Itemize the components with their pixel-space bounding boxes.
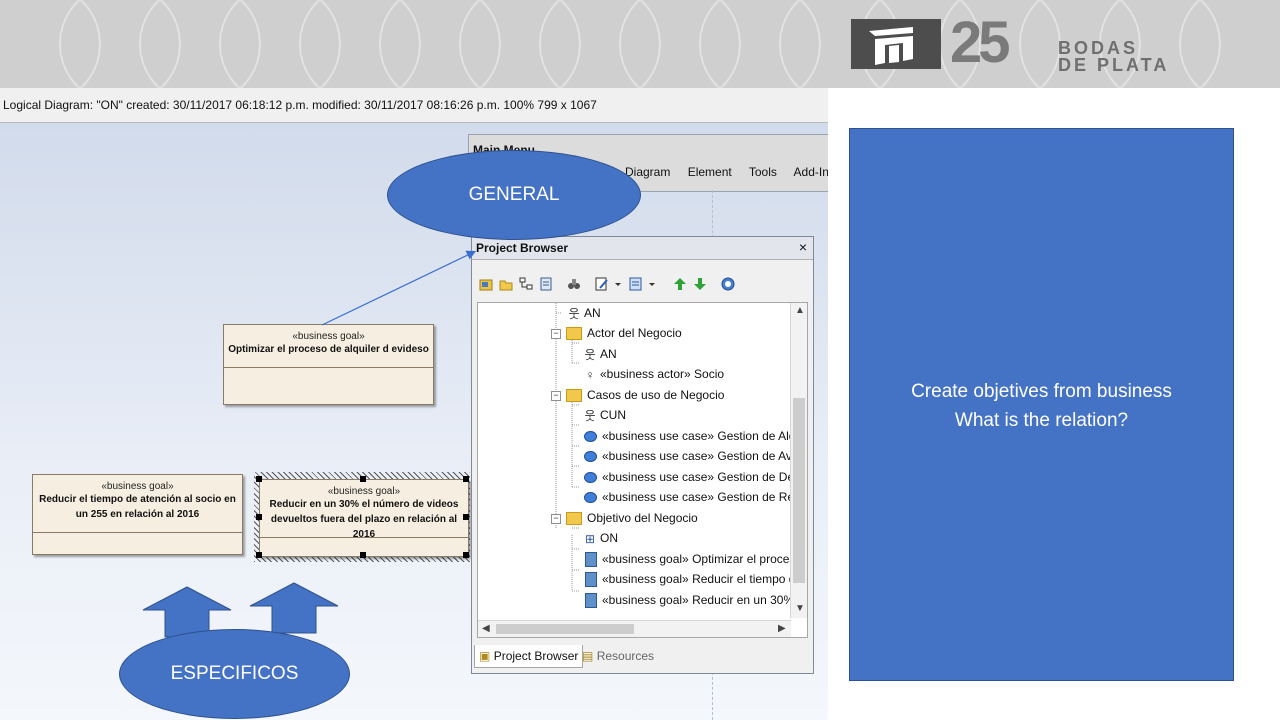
anniversary-number: 25 (950, 10, 1010, 75)
question-note-box: Create objetives from business What is t… (849, 128, 1234, 681)
note-line-2: What is the relation? (954, 410, 1129, 431)
connector-arrow (321, 250, 477, 326)
general-label-ellipse: GENERAL (387, 150, 641, 240)
up-arrow-shape (249, 582, 339, 634)
anniversary-text: BODAS DE PLATA (1058, 39, 1170, 75)
note-text: Create objetives from business What is t… (850, 377, 1233, 435)
especificos-label-ellipse: ESPECIFICOS (119, 629, 350, 719)
university-logo (851, 19, 941, 69)
note-line-1: Create objetives from business (911, 381, 1172, 402)
anniversary-line2: DE PLATA (1058, 55, 1170, 75)
